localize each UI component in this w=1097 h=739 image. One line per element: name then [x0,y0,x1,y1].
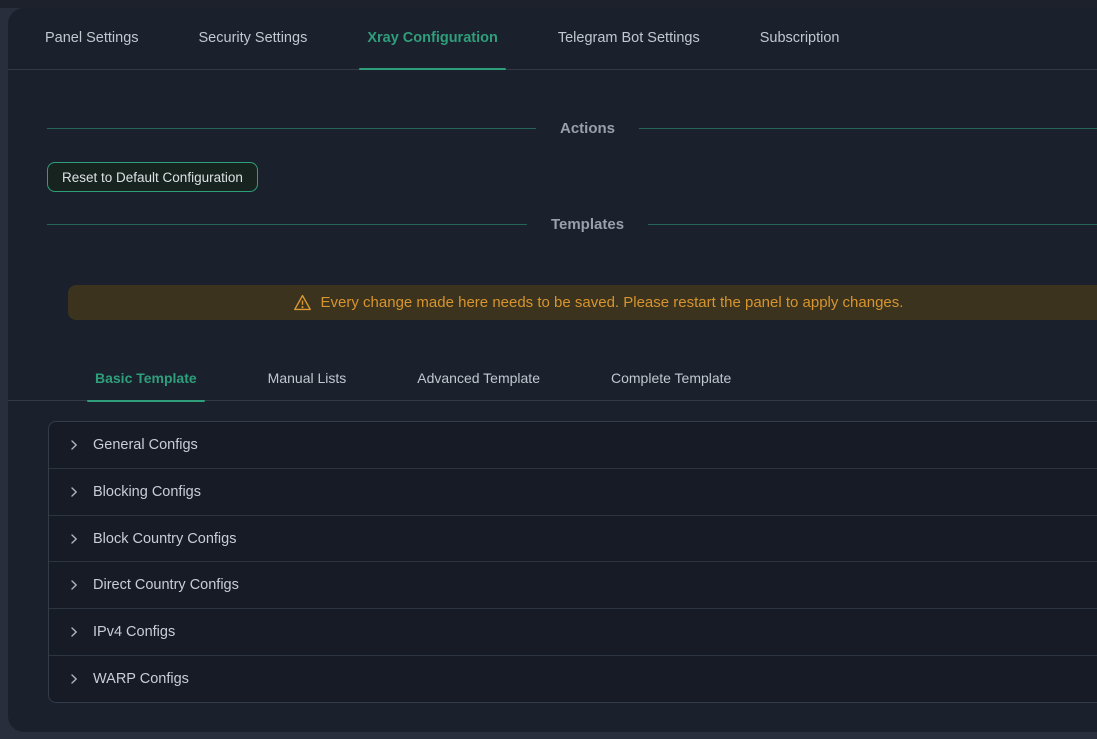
templates-divider: Templates [47,212,1097,236]
templates-divider-label: Templates [527,216,648,233]
main-tab-bar: Panel Settings Security Settings Xray Co… [8,8,1097,70]
tab-manual-lists[interactable]: Manual Lists [260,355,355,401]
warning-text: Every change made here needs to be saved… [321,294,904,311]
tab-security-settings[interactable]: Security Settings [191,7,316,69]
tab-xray-configuration[interactable]: Xray Configuration [359,7,506,69]
section-label: Block Country Configs [93,531,236,547]
section-label: WARP Configs [93,671,189,687]
warning-triangle-icon [293,294,312,311]
section-warp-configs[interactable]: WARP Configs [49,655,1097,702]
page-top-strip [0,0,1097,8]
section-direct-country-configs[interactable]: Direct Country Configs [49,561,1097,608]
template-tab-bar: Basic Template Manual Lists Advanced Tem… [8,355,1097,401]
section-label: General Configs [93,437,198,453]
chevron-right-icon [68,579,80,591]
chevron-right-icon [68,486,80,498]
section-general-configs[interactable]: General Configs [49,422,1097,468]
tab-telegram-bot-settings[interactable]: Telegram Bot Settings [550,7,708,69]
restart-warning-alert: Every change made here needs to be saved… [68,285,1097,320]
actions-divider-label: Actions [536,120,639,137]
settings-card: Panel Settings Security Settings Xray Co… [8,8,1097,732]
section-block-country-configs[interactable]: Block Country Configs [49,515,1097,562]
chevron-right-icon [68,439,80,451]
tab-basic-template[interactable]: Basic Template [87,355,205,401]
tab-panel-settings[interactable]: Panel Settings [37,7,147,69]
tab-advanced-template[interactable]: Advanced Template [409,355,548,401]
tab-complete-template[interactable]: Complete Template [603,355,739,401]
chevron-right-icon [68,533,80,545]
section-label: Blocking Configs [93,484,201,500]
config-sections-panel: General Configs Blocking Configs Block C… [48,421,1097,703]
section-blocking-configs[interactable]: Blocking Configs [49,468,1097,515]
reset-to-default-button[interactable]: Reset to Default Configuration [47,162,258,192]
section-ipv4-configs[interactable]: IPv4 Configs [49,608,1097,655]
chevron-right-icon [68,673,80,685]
chevron-right-icon [68,626,80,638]
tab-subscription[interactable]: Subscription [752,7,848,69]
actions-divider: Actions [47,116,1097,140]
section-label: IPv4 Configs [93,624,175,640]
section-label: Direct Country Configs [93,577,239,593]
